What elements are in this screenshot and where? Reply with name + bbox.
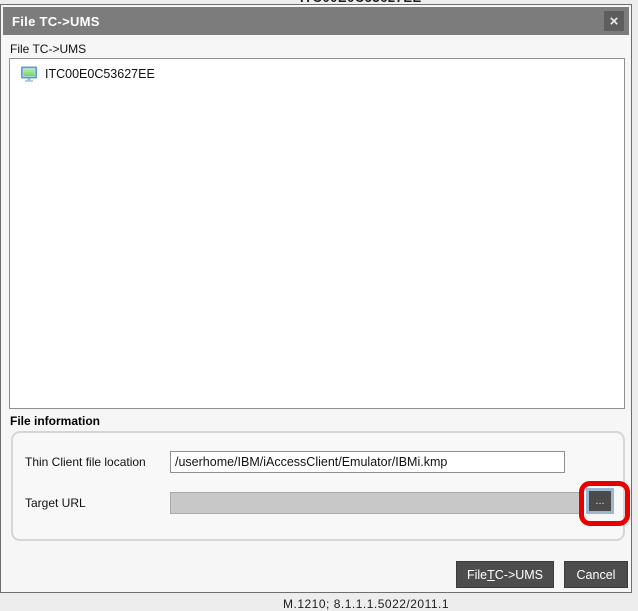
browse-button[interactable]: ... (586, 488, 614, 514)
file-information-group-title: File information (10, 414, 100, 428)
device-list-item[interactable]: ITC00E0C53627EE (10, 59, 624, 89)
device-list[interactable]: ITC00E0C53627EE (9, 58, 625, 409)
thin-client-file-location-label: Thin Client file location (25, 451, 146, 473)
target-url-label: Target URL (25, 492, 86, 514)
dialog-title: File TC->UMS (3, 14, 100, 29)
file-information-groupbox: Thin Client file location Target URL ... (11, 431, 625, 541)
file-tc-ums-dialog: File TC->UMS × File TC->UMS ITC00E0C5362… (0, 4, 632, 593)
file-tc-ums-button-mnemonic: T (487, 568, 495, 582)
dialog-titlebar[interactable]: File TC->UMS × (3, 7, 629, 35)
file-tc-ums-button[interactable]: File TC->UMS (456, 561, 554, 588)
cancel-button[interactable]: Cancel (564, 561, 628, 588)
dialog-heading-label: File TC->UMS (10, 42, 86, 56)
device-name-label: ITC00E0C53627EE (45, 67, 155, 81)
thin-client-file-location-input[interactable] (170, 451, 565, 473)
monitor-icon (20, 66, 38, 82)
file-tc-ums-button-label-prefix: File (467, 568, 487, 582)
close-icon[interactable]: × (604, 11, 624, 31)
target-url-input (170, 492, 582, 514)
background-clipped-text-bottom: M.1210; 8.1.1.1.5022/2011.1 (283, 597, 449, 611)
file-tc-ums-button-label-suffix: C->UMS (495, 568, 543, 582)
